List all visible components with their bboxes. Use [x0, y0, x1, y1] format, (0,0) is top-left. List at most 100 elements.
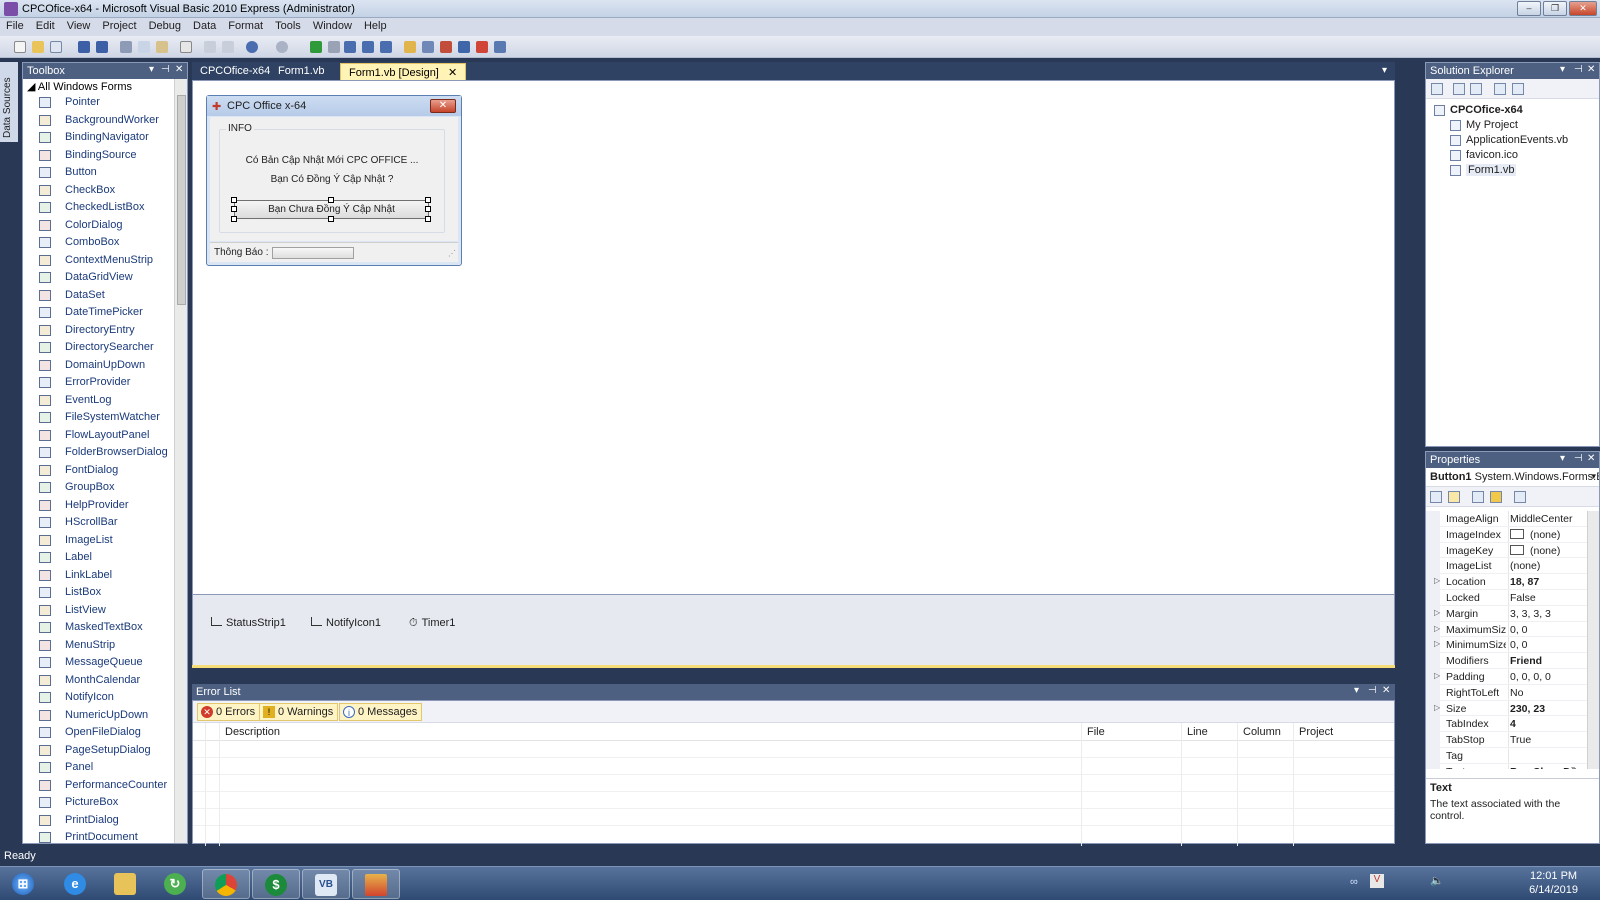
column-column[interactable]: Column	[1243, 726, 1281, 738]
property-row[interactable]: ▷ Padding 0, 0, 0, 0	[1426, 668, 1588, 685]
toolbox-item[interactable]: GroupBox	[23, 479, 187, 497]
view-designer-icon[interactable]	[1512, 83, 1524, 95]
toolbox-item[interactable]: FontDialog	[23, 462, 187, 480]
property-value-cell[interactable]: (none)	[1510, 560, 1588, 572]
property-value-cell[interactable]: (none)	[1510, 528, 1588, 541]
properties-icon[interactable]	[422, 41, 434, 53]
tree-item-applicationevents[interactable]: ApplicationEvents.vb	[1426, 133, 1599, 148]
properties-view-icon[interactable]	[1472, 491, 1484, 503]
toolbox-item[interactable]: ContextMenuStrip	[23, 252, 187, 270]
menu-tools[interactable]: Tools	[269, 18, 307, 32]
toolbox-item[interactable]: DirectorySearcher	[23, 339, 187, 357]
step-out-icon[interactable]	[380, 41, 392, 53]
property-row[interactable]: ▷ Margin 3, 3, 3, 3	[1426, 605, 1588, 622]
toolbox-item[interactable]: ColorDialog	[23, 217, 187, 235]
expand-icon[interactable]: ▷	[1434, 671, 1440, 680]
taskbar-explorer[interactable]	[102, 869, 150, 899]
comment-icon[interactable]	[204, 41, 216, 53]
form-status-strip[interactable]: Thông Báo : ⋰	[210, 242, 458, 262]
open-file-icon[interactable]	[32, 41, 44, 53]
toolbox-item[interactable]: BindingSource	[23, 147, 187, 165]
tree-item-my-project[interactable]: My Project	[1426, 118, 1599, 133]
uncomment-icon[interactable]	[222, 41, 234, 53]
property-value-cell[interactable]: False	[1510, 592, 1588, 604]
properties-icon[interactable]	[1431, 83, 1443, 95]
toolbox-category[interactable]: ◢ All Windows Forms	[23, 79, 187, 94]
dropdown-icon[interactable]: ▾	[1354, 685, 1359, 696]
close-icon[interactable]: ✕	[175, 64, 183, 75]
property-row[interactable]: ImageIndex (none)	[1426, 526, 1588, 543]
toolbox-item[interactable]: ComboBox	[23, 234, 187, 252]
taskbar-visual-basic[interactable]: VB	[302, 869, 350, 899]
info-groupbox[interactable]: INFO Có Bản Cập Nhật Mới CPC OFFICE ... …	[219, 123, 445, 233]
tray-app-icon[interactable]: V	[1370, 874, 1384, 888]
errors-filter-button[interactable]: ✕ 0 Errors	[197, 703, 261, 721]
property-value-cell[interactable]: 18, 87	[1510, 576, 1588, 588]
toolbox-item[interactable]: DirectoryEntry	[23, 322, 187, 340]
update-message-label[interactable]: Có Bản Cập Nhật Mới CPC OFFICE ...	[220, 155, 444, 166]
expand-icon[interactable]: ▷	[1434, 608, 1440, 617]
resize-handle[interactable]	[425, 206, 431, 212]
refresh-icon[interactable]	[1470, 83, 1482, 95]
maximize-button[interactable]: ❐	[1543, 1, 1567, 16]
toolbox-item[interactable]: FolderBrowserDialog	[23, 444, 187, 462]
dropdown-icon[interactable]: ▾	[1560, 64, 1565, 75]
toolbox-item[interactable]: PrintDialog	[23, 812, 187, 830]
pin-icon[interactable]: ⊣	[161, 64, 170, 75]
toolbox-item[interactable]: DomainUpDown	[23, 357, 187, 375]
taskbar-chrome[interactable]	[202, 869, 250, 899]
toolbox-item[interactable]: ErrorProvider	[23, 374, 187, 392]
undo-icon[interactable]	[246, 41, 258, 53]
property-value-cell[interactable]: 3, 3, 3, 3	[1510, 608, 1588, 620]
toolbox-item[interactable]: DataGridView	[23, 269, 187, 287]
property-row[interactable]: ▷ MaximumSize 0, 0	[1426, 621, 1588, 638]
volume-icon[interactable]: 🔈	[1430, 874, 1444, 887]
show-all-files-icon[interactable]	[1453, 83, 1465, 95]
toolbox-item[interactable]: ListView	[23, 602, 187, 620]
menu-debug[interactable]: Debug	[143, 18, 187, 32]
property-pages-icon[interactable]	[1514, 491, 1526, 503]
solution-explorer-icon[interactable]	[404, 41, 416, 53]
property-value-cell[interactable]: MiddleCenter	[1510, 513, 1588, 525]
property-value-cell[interactable]: (none)	[1510, 544, 1588, 557]
property-value-cell[interactable]: True	[1510, 734, 1588, 746]
column-description[interactable]: Description	[225, 726, 280, 738]
menu-help[interactable]: Help	[358, 18, 393, 32]
toolbox-item[interactable]: Panel	[23, 759, 187, 777]
object-browser-icon[interactable]	[458, 41, 470, 53]
pin-icon[interactable]: ⊣	[1574, 64, 1583, 75]
toolbox-item[interactable]: Button	[23, 164, 187, 182]
menu-format[interactable]: Format	[222, 18, 269, 32]
close-icon[interactable]: ✕	[1587, 453, 1595, 464]
expand-icon[interactable]: ▷	[1434, 624, 1440, 633]
warnings-filter-button[interactable]: ! 0 Warnings	[259, 703, 339, 721]
start-button[interactable]: ⊞	[0, 869, 48, 899]
toolbox-item[interactable]: NotifyIcon	[23, 689, 187, 707]
taskbar-money-app[interactable]: $	[252, 869, 300, 899]
column-project[interactable]: Project	[1299, 726, 1333, 738]
tab-cpcofice-x64[interactable]: CPCOfice-x64	[192, 63, 278, 80]
new-project-icon[interactable]	[14, 41, 26, 53]
property-row[interactable]: ▷ MinimumSize 0, 0	[1426, 637, 1588, 654]
toolbox-item[interactable]: OpenFileDialog	[23, 724, 187, 742]
error-list-icon[interactable]	[476, 41, 488, 53]
toolbox-item[interactable]: CheckBox	[23, 182, 187, 200]
property-value-cell[interactable]: 0, 0	[1510, 624, 1588, 636]
property-row[interactable]: ImageList (none)	[1426, 558, 1588, 575]
cut-icon[interactable]	[120, 41, 132, 53]
property-row[interactable]: Locked False	[1426, 589, 1588, 606]
toolbox-item[interactable]: HScrollBar	[23, 514, 187, 532]
save-all-icon[interactable]	[96, 41, 108, 53]
toolbox-item[interactable]: FileSystemWatcher	[23, 409, 187, 427]
save-icon[interactable]	[78, 41, 90, 53]
toolbox-item[interactable]: BackgroundWorker	[23, 112, 187, 130]
taskbar-ie[interactable]: e	[52, 869, 100, 899]
confirm-message-label[interactable]: Bạn Có Đồng Ý Cập Nhật ?	[220, 174, 444, 185]
stop-icon[interactable]	[328, 41, 340, 53]
messages-filter-button[interactable]: i0 Messages	[339, 703, 423, 721]
property-row[interactable]: ImageAlign MiddleCenter	[1426, 511, 1588, 527]
network-icon[interactable]: ∞	[1350, 876, 1358, 888]
tray-timer1[interactable]: ⏱ Timer1	[409, 617, 455, 630]
toolbox-item[interactable]: Pointer	[23, 94, 187, 112]
column-file[interactable]: File	[1087, 726, 1105, 738]
